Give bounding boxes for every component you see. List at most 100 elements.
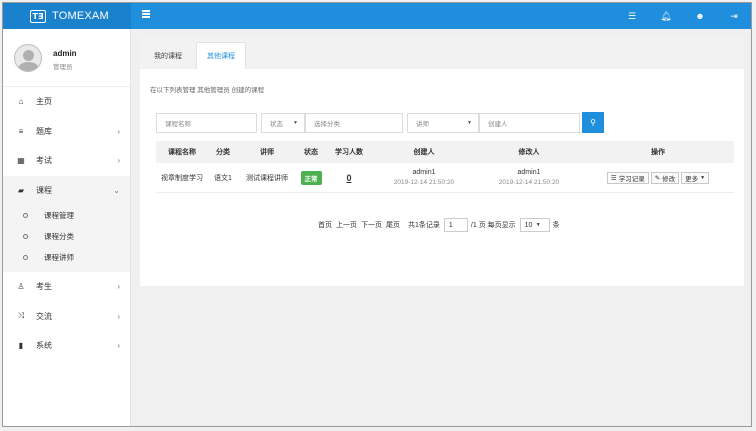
pagination: 首页 上一页 下一页 尾页 共1条记录 1 /1 页 每页显示 10 ▼ 条 [318,218,564,232]
page-size-value: 10 [524,221,533,229]
sidebar-item-label: 考试 [36,156,52,166]
content-panel: 我的课程 其他课程 在以下列表管理 其他管理员 创建的课程 课程名称 状态 ▼ … [140,38,744,286]
header-creator: 创建人 [413,149,435,156]
course-table: 课程名称 分类 讲师 状态 学习人数 创建人 修改人 操作 视章制度学习 语文1… [156,141,734,193]
cell-category: 语文1 [214,174,232,182]
header-category: 分类 [216,149,230,156]
sidebar-item-home[interactable]: ⌂ 主页 [3,87,130,117]
tab-other-courses[interactable]: 其他课程 [196,42,246,69]
avatar [14,44,42,72]
sidebar-subitem-course-manage[interactable]: 课程管理 [3,205,130,226]
logout-icon[interactable]: ⇥ [717,3,751,29]
study-record-button[interactable]: ☰ 学习记录 [606,171,649,184]
list-icon: ☰ [610,174,617,182]
sidebar-item-course[interactable]: ▰ 课程 ⌄ [3,175,130,205]
bell-icon[interactable]: 🔔︎ [649,3,683,29]
more-dropdown-button[interactable]: 更多 ▼ [681,171,710,184]
sidebar-subitem-label: 课程讲师 [44,253,74,262]
book-icon: ▰ [17,185,25,195]
caret-down-icon: ▼ [535,222,541,228]
device-icon: ▮ [18,341,24,351]
chevron-down-icon: ⌄ [113,185,120,195]
user-icon: ♙ [17,282,25,292]
caret-down-icon: ▼ [293,120,298,126]
teacher-select[interactable]: 讲师 ▼ [407,113,479,133]
sidebar: admin 管理员 ⌂ 主页 ≡ 题库 › ▦ 考试 › ▰ 课程 ⌄ 课程管理 [3,29,131,426]
sidebar-subitem-label: 课程管理 [44,211,74,220]
tab-my-courses[interactable]: 我的课程 [154,42,182,69]
last-page-link[interactable]: 尾页 [386,220,400,230]
caret-down-icon: ▼ [467,120,472,126]
chevron-right-icon: › [117,156,120,166]
modifier-name: admin1 [517,169,541,176]
sidebar-item-label: 交流 [36,311,52,321]
course-name-input[interactable]: 课程名称 [156,113,257,133]
teacher-select-label: 讲师 [416,121,429,128]
category-select[interactable]: 选择分类 [305,113,403,133]
circle-icon [23,255,28,260]
sidebar-item-communication[interactable]: ⤨ 交流 › [3,302,130,332]
table-header: 课程名称 分类 讲师 状态 学习人数 创建人 修改人 操作 [156,141,734,163]
list-icon[interactable]: ☰ [615,3,649,29]
user-card: admin 管理员 [3,29,130,87]
page-number-input[interactable]: 1 [443,218,468,232]
user-role: 管理员 [53,64,73,71]
caret-down-icon: ▼ [700,174,706,181]
sidebar-subitem-course-category[interactable]: 课程分类 [3,226,130,247]
search-button[interactable]: ⚲ [582,112,604,133]
cell-creator: admin1 2019-12-14 21:50:20 [372,163,476,192]
search-icon: ⚲ [590,118,596,127]
menu-toggle-icon[interactable] [142,10,150,18]
sidebar-item-examinee[interactable]: ♙ 考生 › [3,272,130,302]
modified-time: 2019-12-14 21:50:20 [498,179,560,186]
more-label: 更多 [685,175,699,183]
header-course-name: 课程名称 [168,149,196,156]
study-record-label: 学习记录 [618,175,645,183]
sidebar-item-system[interactable]: ▮ 系统 › [3,331,130,361]
header-actions: 操作 [651,149,665,156]
sidebar-item-label: 考生 [36,282,52,292]
shuffle-icon: ⤨ [17,311,25,321]
first-page-link[interactable]: 首页 [318,220,332,230]
page-size-select[interactable]: 10 ▼ [519,218,550,232]
home-icon: ⌂ [18,97,24,107]
edit-label: 修改 [662,175,676,183]
circle-icon [23,213,28,218]
header-teacher: 讲师 [260,149,274,156]
header-learners: 学习人数 [335,149,363,156]
user-icon[interactable]: ☻ [683,3,717,29]
user-name: admin [53,49,77,58]
sidebar-item-label: 题库 [36,126,52,136]
cell-learners: 0 [326,163,372,192]
cell-modifier: admin1 2019-12-14 21:50:20 [476,163,582,192]
table-row: 视章制度学习 语文1 测试课程讲师 正常 0 admin1 2019-12-14… [156,163,734,193]
circle-icon [23,234,28,239]
search-bar: 课程名称 状态 ▼ 选择分类 讲师 ▼ 创建人 ⚲ [156,112,604,133]
creator-input[interactable]: 创建人 [479,113,580,133]
cell-actions: ☰ 学习记录 ✎ 修改 更多 ▼ [582,163,734,192]
sidebar-subitem-label: 课程分类 [44,232,74,241]
created-time: 2019-12-14 21:50:20 [393,179,455,186]
wrench-icon: ✎ [654,174,661,182]
prev-page-link[interactable]: 上一页 [336,220,357,230]
chevron-right-icon: › [117,282,120,292]
page-hint: 在以下列表管理 其他管理员 创建的课程 [150,87,265,94]
sidebar-item-label: 系统 [36,341,52,351]
status-select[interactable]: 状态 ▼ [261,113,305,133]
next-page-link[interactable]: 下一页 [361,220,382,230]
edit-button[interactable]: ✎ 修改 [650,171,680,184]
sidebar-subitem-course-teacher[interactable]: 课程讲师 [3,247,130,268]
header-modifier: 修改人 [518,149,540,156]
chevron-right-icon: › [117,126,120,136]
learners-count-link[interactable]: 0 [346,173,351,183]
app-window: T∃ TOMEXAM ☰ 🔔︎ ☻ ⇥ admin 管理员 ⌂ 主页 ≡ 题库 … [2,2,752,427]
top-bar: T∃ TOMEXAM ☰ 🔔︎ ☻ ⇥ [3,3,751,29]
brand[interactable]: T∃ TOMEXAM [3,3,131,29]
creator-name: admin1 [412,169,436,176]
database-icon: ≡ [18,126,24,136]
cell-course-name: 视章制度学习 [161,174,203,182]
cell-teacher: 测试课程讲师 [246,174,288,182]
tab-bar: 我的课程 其他课程 [140,38,744,69]
sidebar-item-question-bank[interactable]: ≡ 题库 › [3,117,130,147]
sidebar-item-exam[interactable]: ▦ 考试 › [3,146,130,176]
